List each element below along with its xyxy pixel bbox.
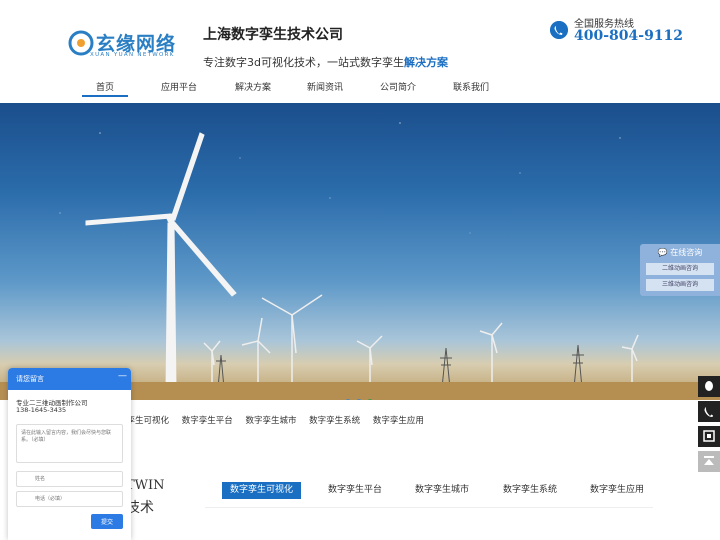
nav-item-news[interactable]: 新闻资讯 [307, 80, 343, 93]
nav-item-contact[interactable]: 联系我们 [453, 80, 489, 93]
sub-tab-application[interactable]: 数字孪生应用 [373, 416, 424, 426]
chat-title: 请您留言 [16, 375, 44, 383]
carousel-dot[interactable] [345, 399, 351, 400]
nav-item-solutions[interactable]: 解决方案 [235, 80, 271, 93]
consult-2d-button[interactable]: 二维动画咨询 [646, 263, 714, 275]
qq-button[interactable] [698, 376, 720, 397]
qrcode-button[interactable] [698, 426, 720, 447]
nav-item-about[interactable]: 公司简介 [380, 80, 416, 93]
minimize-button[interactable]: — [118, 371, 127, 381]
logo-text-en: XUAN YUAN NETWORK [90, 52, 175, 58]
company-slogan: 专注数字3d可视化技术，一站式数字孪生解决方案 [203, 54, 448, 70]
message-chat-window: 请您留言 — 专业二三维动画制作公司 138-1645-3435 👤 📱 提交 [8, 368, 131, 540]
slogan-text: 专注数字3d可视化技术，一站式数字孪生 [203, 56, 404, 69]
solution-links: 字孪生可视化 数字孪生平台 数字孪生城市 数字孪生系统 数字孪生应用 [118, 414, 434, 426]
chat-header[interactable]: 请您留言 — [8, 368, 131, 390]
qq-icon [705, 381, 713, 391]
sub-tab-platform[interactable]: 数字孪生平台 [182, 416, 233, 426]
carousel-dot[interactable] [367, 399, 373, 400]
chat-phone: 138-1645-3435 [16, 406, 67, 414]
company-logo[interactable]: 玄缘网络 XUAN YUAN NETWORK [68, 28, 178, 64]
consult-title[interactable]: 💬 在线咨询 [640, 247, 720, 258]
slogan-highlight: 解决方案 [403, 56, 448, 69]
tab-platform[interactable]: 数字孪生平台 [320, 482, 390, 499]
phone-icon [550, 21, 568, 39]
company-info: 上海数字孪生技术公司 专注数字3d可视化技术，一站式数字孪生解决方案 [203, 24, 448, 70]
chat-bubble-icon: 💬 [657, 248, 668, 257]
tab-system[interactable]: 数字孪生系统 [495, 482, 565, 499]
carousel-dot[interactable] [356, 399, 362, 400]
hotline-number[interactable]: 400-804-9112 [574, 28, 683, 44]
section-title-en: TWIN [126, 478, 165, 493]
consult-title-text: 在线咨询 [670, 248, 703, 257]
back-to-top-icon [704, 456, 714, 465]
back-to-top-button[interactable] [698, 451, 720, 472]
nav-active-indicator [82, 95, 128, 97]
site-header: 玄缘网络 XUAN YUAN NETWORK 上海数字孪生技术公司 专注数字3d… [0, 0, 720, 103]
hero-banner[interactable] [0, 103, 720, 400]
name-input[interactable] [16, 471, 123, 487]
tabs-divider [205, 507, 653, 508]
tab-visualization[interactable]: 数字孪生可视化 [222, 482, 302, 499]
tab-application[interactable]: 数字孪生应用 [582, 482, 652, 499]
consult-3d-button[interactable]: 三维动画咨询 [646, 279, 714, 291]
company-name: 上海数字孪生技术公司 [203, 27, 343, 43]
submit-button[interactable]: 提交 [91, 514, 123, 529]
wind-turbine-image [0, 122, 720, 400]
sub-tab-city[interactable]: 数字孪生城市 [245, 416, 296, 426]
sub-tab-system[interactable]: 数字孪生系统 [309, 416, 360, 426]
large-turbine [85, 132, 237, 391]
phone-icon [704, 407, 713, 417]
qrcode-icon [703, 430, 715, 442]
nav-item-home[interactable]: 首页 [96, 80, 114, 93]
phone-button[interactable] [698, 401, 720, 422]
message-input[interactable] [16, 424, 123, 463]
carousel-dots [345, 390, 378, 400]
hotline: 全国服务热线 400-804-9112 [550, 14, 700, 50]
nav-item-platform[interactable]: 应用平台 [161, 80, 197, 93]
phone-input[interactable] [16, 491, 123, 507]
online-consult-panel: 💬 在线咨询 二维动画咨询 三维动画咨询 [640, 244, 720, 296]
tab-city[interactable]: 数字孪生城市 [407, 482, 477, 499]
